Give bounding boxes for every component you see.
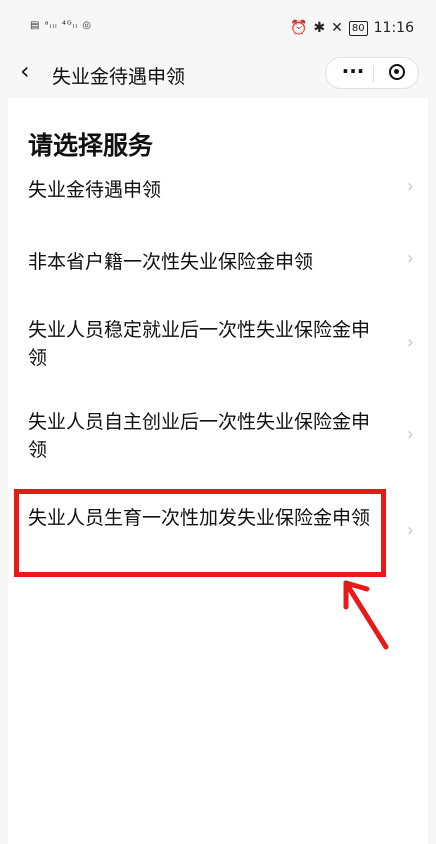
bluetooth-icon: ✱ bbox=[313, 20, 326, 36]
service-item-label: 非本省户籍一次性失业保险金申领 bbox=[28, 251, 314, 273]
back-chevron-left-icon[interactable]: ‹ bbox=[20, 59, 30, 83]
service-item[interactable]: 失业人员自主创业后一次性失业保险金申领 › bbox=[8, 408, 428, 474]
status-bar: ▤ ᵃᵢₗₗ ⁴ᴳₗₗ ◎ ⏰ ✱ ✕ 80 11:16 bbox=[0, 0, 436, 50]
red-arrow-icon bbox=[343, 580, 389, 650]
chevron-right-icon: › bbox=[406, 248, 414, 269]
service-item-label: 失业人员自主创业后一次性失业保险金申领 bbox=[28, 411, 371, 461]
nav-bar: ‹ 失业金待遇申领 ··· bbox=[0, 50, 436, 96]
service-item-label: 失业金待遇申领 bbox=[28, 179, 162, 201]
service-item[interactable]: 失业金待遇申领 › bbox=[8, 168, 428, 214]
page-title: 失业金待遇申领 bbox=[52, 66, 186, 88]
mute-icon: ✕ bbox=[331, 20, 343, 36]
battery-indicator: 80 bbox=[348, 20, 368, 36]
section-heading: 请选择服务 bbox=[28, 131, 154, 160]
more-icon[interactable]: ··· bbox=[338, 61, 368, 84]
capsule-divider bbox=[373, 66, 374, 82]
service-item[interactable]: 失业人员稳定就业后一次性失业保险金申领 › bbox=[8, 316, 428, 382]
service-item[interactable]: 非本省户籍一次性失业保险金申领 › bbox=[8, 244, 428, 290]
chevron-right-icon: › bbox=[406, 176, 414, 197]
alarm-icon: ⏰ bbox=[290, 20, 308, 36]
chevron-right-icon: › bbox=[406, 332, 414, 353]
highlight-box bbox=[14, 489, 386, 577]
service-item-label: 失业人员稳定就业后一次性失业保险金申领 bbox=[28, 319, 371, 369]
status-right: ⏰ ✱ ✕ 80 11:16 bbox=[290, 20, 414, 36]
clock: 11:16 bbox=[373, 20, 414, 36]
mini-program-capsule: ··· bbox=[325, 57, 419, 89]
close-target-icon[interactable] bbox=[389, 64, 405, 80]
service-panel: 请选择服务 失业金待遇申领 › 非本省户籍一次性失业保险金申领 › 失业人员稳定… bbox=[8, 98, 428, 844]
chevron-right-icon: › bbox=[406, 424, 414, 445]
chevron-right-icon: › bbox=[406, 520, 414, 541]
signal-indicators: ▤ ᵃᵢₗₗ ⁴ᴳₗₗ ◎ bbox=[30, 20, 92, 31]
